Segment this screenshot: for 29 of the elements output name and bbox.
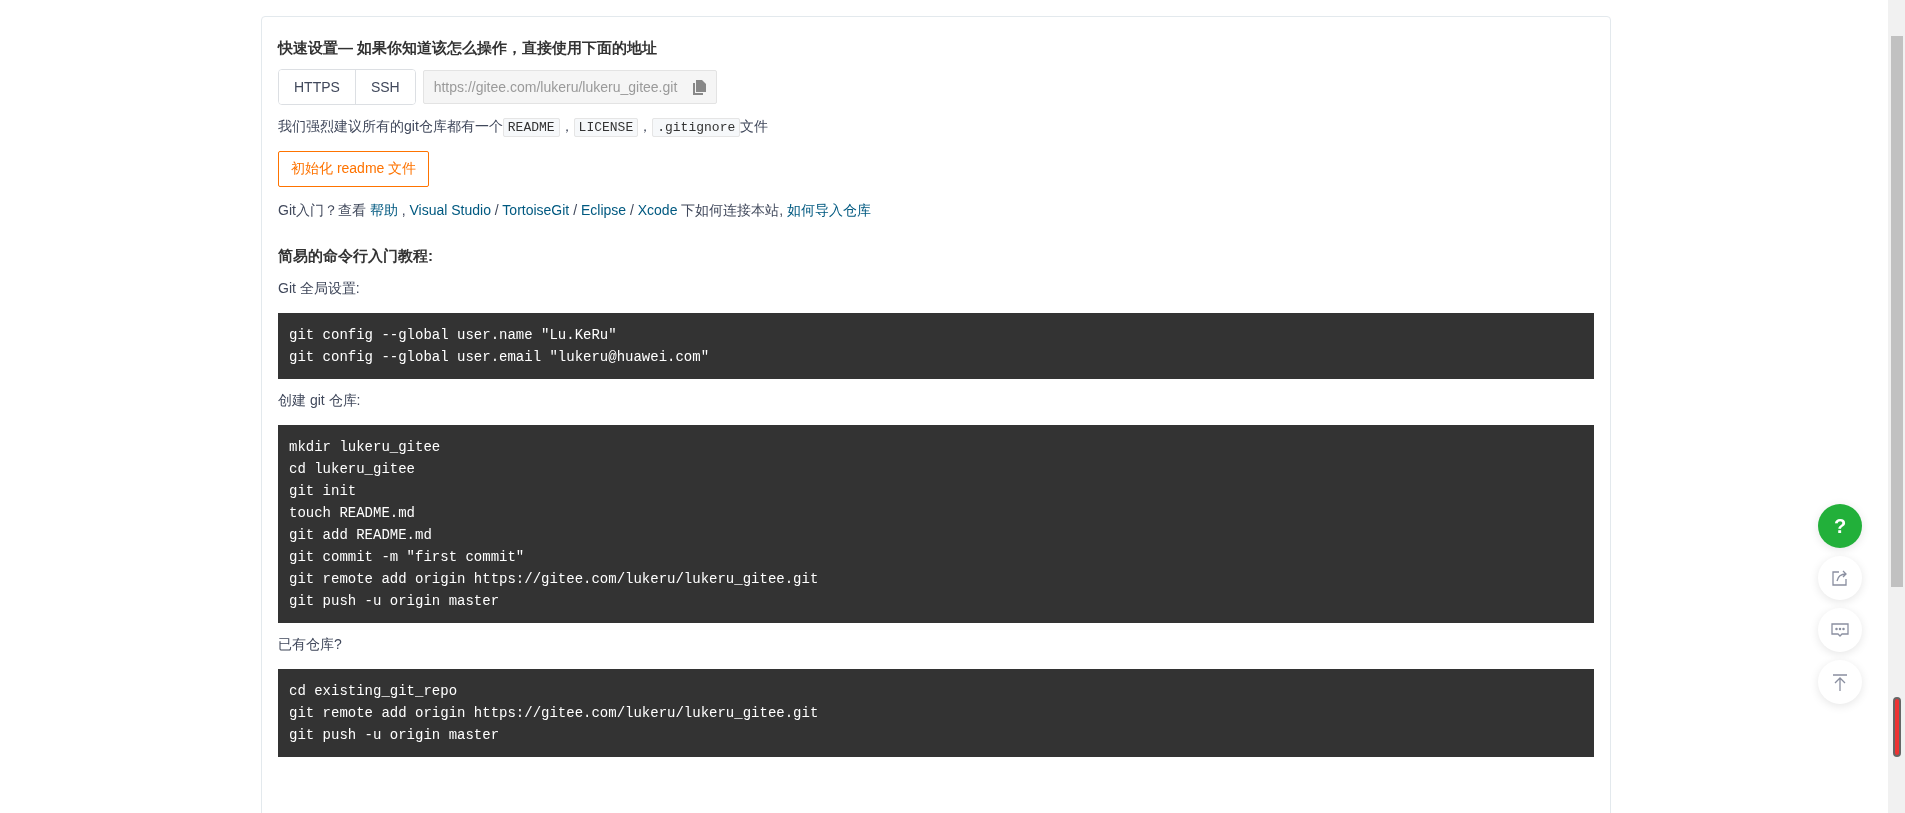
step-label: Git 全局设置: (278, 279, 361, 298)
section-heading: 快速设置— 如果你知道该怎么操作，直接使用下面的地址 (278, 38, 659, 58)
feedback-button[interactable] (1818, 608, 1862, 652)
recommendation-text: 我们强烈建议所有的git仓库都有一个 README ， LICENSE ， .gitignore 文件 (278, 117, 770, 139)
step-label: 已有仓库? (278, 635, 343, 654)
scrollbar[interactable] (1888, 0, 1905, 813)
code-block: git config --global user.name "Lu.KeRu" git config --global user.email "lukeru@huawei.com" (278, 313, 1594, 379)
code-block: mkdir lukeru_gitee cd lukeru_gitee git init touch README.md git add README.md git commit -m "first commit" git remote add origin https://gitee.com/lukeru/lukeru_gitee.git git push -u origin master (278, 425, 1594, 623)
link[interactable]: 如何导入仓库 (787, 202, 872, 218)
link[interactable]: Xcode (637, 202, 678, 218)
level-indicator (1893, 697, 1901, 757)
link[interactable]: Eclipse (580, 202, 627, 218)
inline-code: README (502, 118, 560, 137)
link[interactable]: 帮助 (369, 202, 398, 218)
inline-code: LICENSE (573, 118, 639, 137)
back-to-top-button[interactable] (1818, 660, 1862, 704)
link[interactable]: Visual Studio (409, 202, 491, 218)
protocol-tab[interactable]: SSH (354, 70, 415, 104)
back-to-top-icon (1832, 673, 1848, 691)
share-icon (1832, 570, 1848, 586)
copy-icon[interactable] (692, 79, 706, 95)
code-block: cd existing_git_repo git remote add origin https://gitee.com/lukeru/lukeru_gitee.git git push -u origin master (278, 669, 1594, 757)
inline-code: .gitignore (652, 118, 741, 137)
help-text: Git入门？查看 帮助 , Visual Studio / TortoiseGit / Eclipse / Xcode 下如何连接本站, 如何导入仓库 (278, 201, 873, 220)
link[interactable]: TortoiseGit (502, 202, 570, 218)
share-button[interactable] (1818, 556, 1862, 600)
step-label: 创建 git 仓库: (278, 391, 362, 410)
comment-icon (1831, 622, 1849, 638)
section-heading: 简易的命令行入门教程: (278, 246, 434, 266)
